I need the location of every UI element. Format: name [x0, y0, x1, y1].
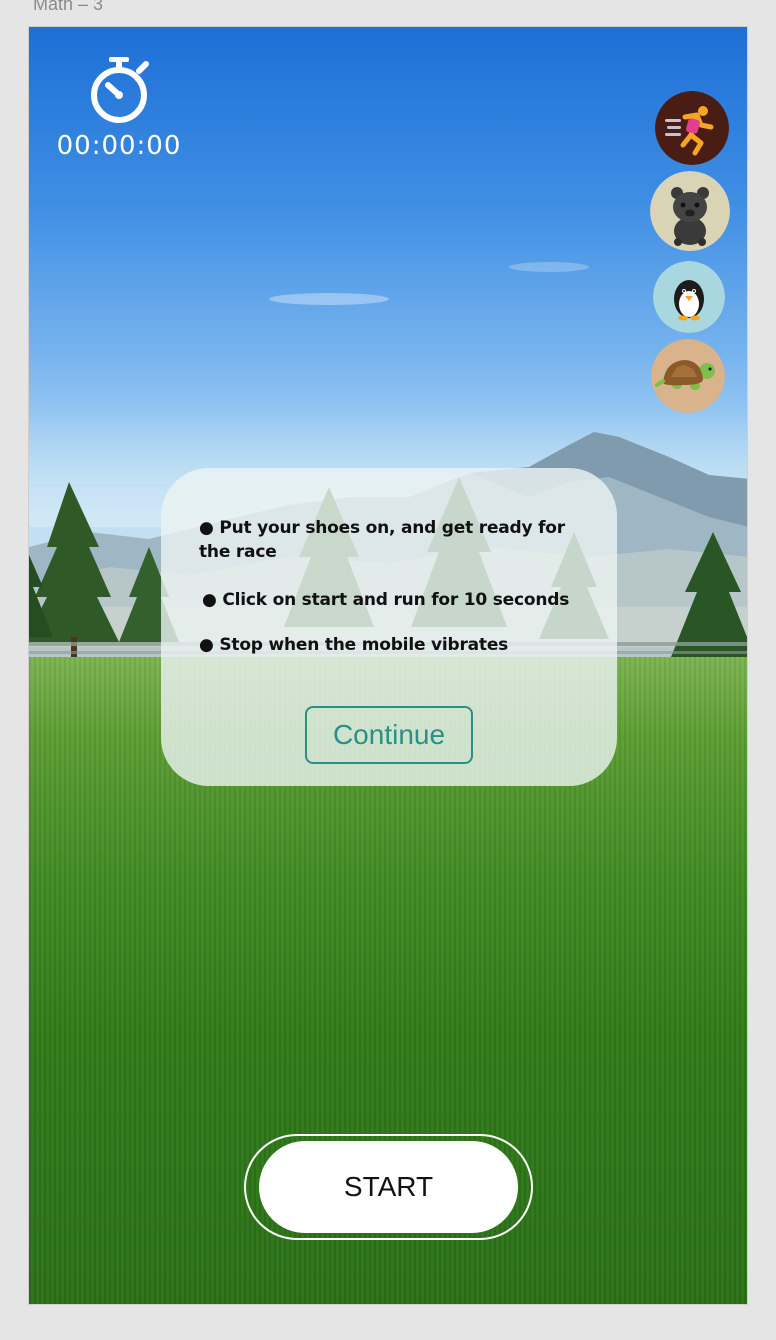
timer-display: 00:00:00 [56, 131, 182, 161]
start-button[interactable]: START [259, 1141, 518, 1233]
instruction-start: ● Click on start and run for 10 seconds [202, 590, 570, 610]
start-button-ring: START [244, 1134, 533, 1240]
app-screen: 00:00:00 ● Put your shoes on, and get re… [28, 26, 748, 1305]
instructions-dialog: ● Put your shoes on, and get ready for t… [161, 468, 617, 786]
avatar-runner[interactable] [655, 91, 729, 165]
runner-icon [655, 91, 729, 165]
avatar-penguin[interactable] [653, 261, 725, 333]
avatar-turtle[interactable] [651, 339, 725, 413]
artboard-label: Math – 3 [33, 0, 104, 14]
continue-button[interactable]: Continue [305, 706, 473, 764]
turtle-icon [651, 339, 725, 413]
stopwatch-icon [91, 57, 149, 123]
panther-icon [650, 171, 730, 251]
instruction-stop: ● Stop when the mobile vibrates [199, 635, 509, 655]
timer: 00:00:00 [49, 55, 189, 161]
instruction-shoes: ● Put your shoes on, and get ready for t… [199, 518, 565, 562]
penguin-icon [653, 261, 725, 333]
avatar-panther[interactable] [650, 171, 730, 251]
